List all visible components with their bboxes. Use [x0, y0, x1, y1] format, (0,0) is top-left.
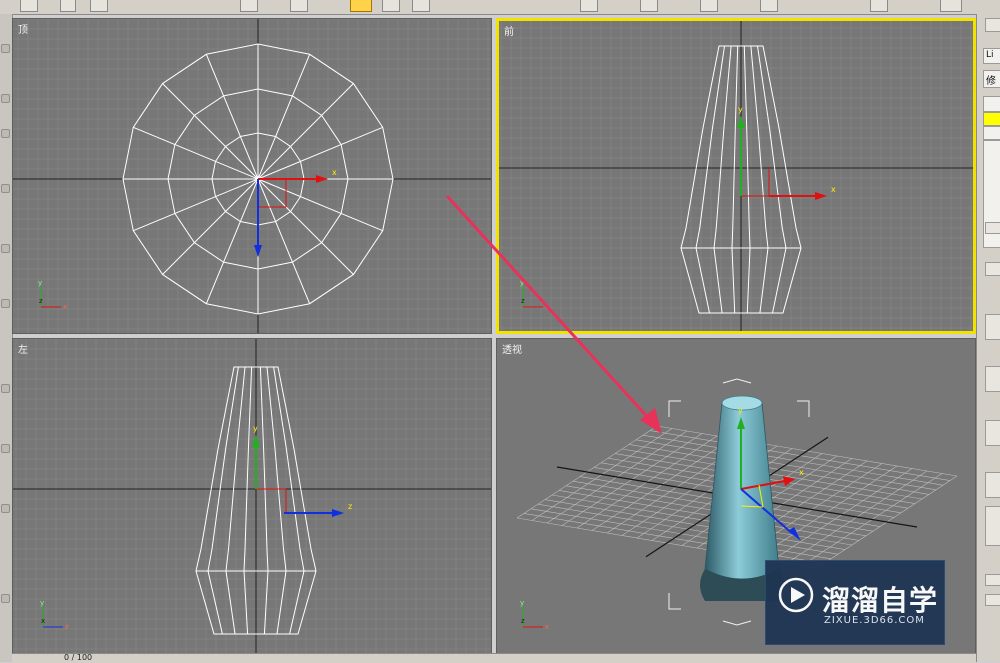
frame-counter: 0 / 100 — [64, 653, 93, 662]
arrow-shaft — [445, 194, 654, 424]
rollout-toggle[interactable] — [985, 262, 1000, 276]
checkbox[interactable] — [985, 594, 1000, 606]
pin-stack-icon[interactable] — [985, 222, 1000, 234]
checkbox[interactable] — [985, 574, 1000, 586]
watermark-title: 溜溜自学 — [822, 584, 939, 617]
parameter-field[interactable] — [985, 420, 1000, 446]
object-name-text: Li — [986, 50, 994, 60]
modifier-list-label: 修 — [986, 76, 996, 87]
parameter-field[interactable] — [985, 506, 1000, 546]
watermark-url: ZIXUE.3D66.COM — [824, 615, 925, 626]
modifier-stack-item[interactable] — [983, 96, 1000, 112]
watermark-logo: 溜溜自学 ZIXUE.3D66.COM — [765, 560, 945, 645]
modifier-list-dropdown[interactable]: 修 — [983, 70, 1000, 88]
command-panel: Li 修 — [976, 14, 1000, 662]
modifier-stack-item[interactable] — [983, 126, 1000, 140]
parameter-field[interactable] — [985, 366, 1000, 392]
play-logo-icon — [778, 577, 814, 613]
modifier-stack-selected[interactable] — [983, 112, 1000, 126]
parameter-field[interactable] — [985, 314, 1000, 340]
object-name-field[interactable]: Li — [983, 48, 1000, 64]
parameter-field[interactable] — [985, 472, 1000, 498]
create-tab[interactable] — [985, 18, 1000, 32]
